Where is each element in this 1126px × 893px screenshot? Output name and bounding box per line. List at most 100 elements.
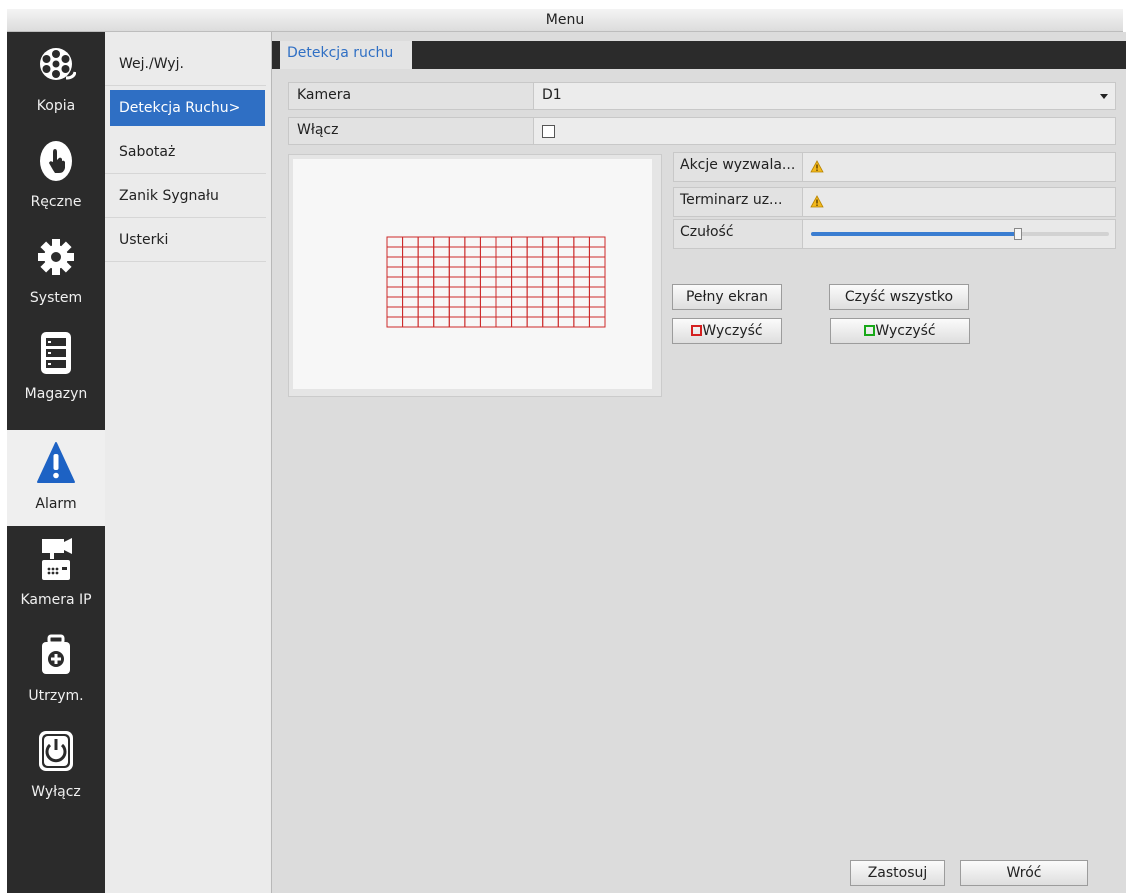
detection-cell[interactable] [511, 246, 528, 258]
detection-cell[interactable] [526, 256, 544, 268]
camera-select[interactable]: D1 [533, 83, 1115, 109]
detection-cell[interactable] [464, 246, 481, 258]
trigger-actions-value[interactable] [802, 153, 1115, 181]
detection-cell[interactable] [448, 246, 466, 258]
detection-cell[interactable] [526, 296, 544, 308]
detection-cell[interactable] [433, 276, 450, 288]
clear-red-zone-button[interactable]: Wyczyść [672, 318, 782, 344]
detection-cell[interactable] [511, 236, 528, 248]
detection-cell[interactable] [511, 266, 528, 278]
detection-cell[interactable] [495, 306, 513, 318]
detection-cell[interactable] [526, 316, 544, 328]
detection-cell[interactable] [464, 266, 481, 278]
detection-cell[interactable] [386, 296, 404, 308]
submenu-item-sabotaz[interactable]: Sabotaż [105, 130, 266, 174]
detection-cell[interactable] [433, 266, 450, 278]
detection-cell[interactable] [573, 286, 590, 298]
detection-cell[interactable] [526, 266, 544, 278]
detection-cell[interactable] [588, 286, 606, 298]
detection-cell[interactable] [386, 246, 404, 258]
detection-cell[interactable] [557, 246, 575, 258]
apply-button[interactable]: Zastosuj [850, 860, 945, 886]
detection-cell[interactable] [402, 306, 419, 318]
detection-cell[interactable] [479, 236, 497, 248]
nav-item-utrzym[interactable]: Utrzym. [7, 622, 105, 718]
detection-cell[interactable] [573, 236, 590, 248]
detection-cell[interactable] [573, 276, 590, 288]
camera-preview[interactable] [293, 159, 652, 389]
detection-cell[interactable] [542, 256, 559, 268]
detection-cell[interactable] [557, 236, 575, 248]
detection-cell[interactable] [417, 306, 435, 318]
detection-cell[interactable] [479, 306, 497, 318]
detection-cell[interactable] [588, 256, 606, 268]
detection-cell[interactable] [495, 316, 513, 328]
submenu-item-zanik-sygnalu[interactable]: Zanik Sygnału [105, 174, 266, 218]
clear-all-button[interactable]: Czyść wszystko [829, 284, 969, 310]
detection-cell[interactable] [448, 306, 466, 318]
detection-cell[interactable] [417, 296, 435, 308]
detection-cell[interactable] [402, 246, 419, 258]
detection-cell[interactable] [448, 266, 466, 278]
submenu-item-usterki[interactable]: Usterki [105, 218, 266, 262]
detection-cell[interactable] [464, 316, 481, 328]
detection-cell[interactable] [386, 256, 404, 268]
detection-cell[interactable] [386, 236, 404, 248]
detection-cell[interactable] [433, 236, 450, 248]
detection-cell[interactable] [402, 286, 419, 298]
detection-cell[interactable] [511, 316, 528, 328]
nav-item-alarm[interactable]: Alarm [7, 430, 105, 526]
detection-cell[interactable] [433, 246, 450, 258]
submenu-item-wej-wyj[interactable]: Wej./Wyj. [105, 42, 266, 86]
detection-cell[interactable] [433, 296, 450, 308]
detection-cell[interactable] [542, 296, 559, 308]
detection-cell[interactable] [417, 286, 435, 298]
detection-cell[interactable] [464, 276, 481, 288]
detection-cell[interactable] [479, 256, 497, 268]
detection-cell[interactable] [464, 256, 481, 268]
detection-cell[interactable] [511, 286, 528, 298]
detection-cell[interactable] [386, 316, 404, 328]
detection-cell[interactable] [557, 296, 575, 308]
detection-cell[interactable] [495, 246, 513, 258]
detection-cell[interactable] [433, 256, 450, 268]
detection-cell[interactable] [588, 236, 606, 248]
detection-cell[interactable] [433, 306, 450, 318]
detection-cell[interactable] [448, 316, 466, 328]
detection-cell[interactable] [588, 246, 606, 258]
detection-cell[interactable] [495, 266, 513, 278]
detection-cell[interactable] [526, 286, 544, 298]
detection-cell[interactable] [542, 286, 559, 298]
detection-cell[interactable] [557, 306, 575, 318]
detection-cell[interactable] [479, 316, 497, 328]
detection-cell[interactable] [588, 266, 606, 278]
detection-cell[interactable] [464, 286, 481, 298]
detection-cell[interactable] [511, 306, 528, 318]
detection-cell[interactable] [386, 276, 404, 288]
detection-cell[interactable] [479, 246, 497, 258]
detection-cell[interactable] [386, 306, 404, 318]
detection-cell[interactable] [495, 236, 513, 248]
detection-cell[interactable] [495, 296, 513, 308]
detection-cell[interactable] [511, 296, 528, 308]
detection-cell[interactable] [402, 266, 419, 278]
detection-cell[interactable] [526, 246, 544, 258]
detection-cell[interactable] [542, 246, 559, 258]
detection-cell[interactable] [448, 256, 466, 268]
detection-cell[interactable] [433, 316, 450, 328]
detection-cell[interactable] [448, 296, 466, 308]
nav-item-system[interactable]: System [7, 224, 105, 320]
detection-cell[interactable] [542, 316, 559, 328]
detection-cell[interactable] [542, 306, 559, 318]
detection-cell[interactable] [542, 266, 559, 278]
detection-cell[interactable] [542, 276, 559, 288]
detection-cell[interactable] [417, 276, 435, 288]
detection-cell[interactable] [495, 256, 513, 268]
detection-cell[interactable] [464, 306, 481, 318]
detection-cell[interactable] [402, 256, 419, 268]
detection-cell[interactable] [557, 286, 575, 298]
detection-cell[interactable] [479, 276, 497, 288]
detection-cell[interactable] [573, 246, 590, 258]
detection-cell[interactable] [402, 316, 419, 328]
detection-cell[interactable] [417, 316, 435, 328]
